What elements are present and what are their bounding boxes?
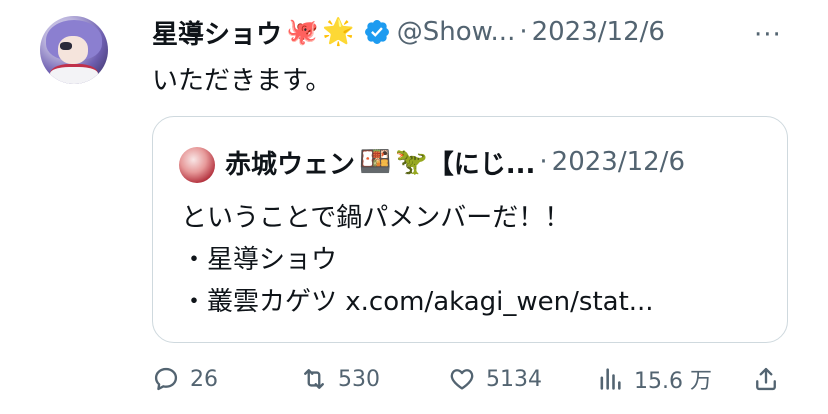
quoted-date: 2023/12/6 [551, 147, 685, 177]
reply-button[interactable]: 26 [152, 356, 218, 402]
quoted-tweet[interactable]: 赤城ウェン 🍱 🦖 【にじ... · 2023/12/6 ということで鍋パメンバ… [152, 116, 788, 343]
more-icon[interactable]: ··· [754, 20, 782, 50]
reply-icon [154, 367, 178, 391]
reply-count: 26 [190, 366, 218, 392]
author-handle[interactable]: @Show... [397, 17, 516, 47]
share-icon [756, 367, 776, 391]
like-icon [450, 369, 474, 390]
bento-emoji: 🍱 [359, 147, 392, 177]
share-button[interactable] [752, 356, 780, 402]
repost-icon [304, 369, 324, 389]
quoted-text: ということで鍋パメンバーだ！！ ・星導ショウ ・叢雲カゲツ x.com/akag… [181, 197, 654, 323]
views-count: 15.6 万 [634, 369, 712, 394]
verified-badge-icon [364, 20, 389, 44]
quoted-separator-dot: · [539, 147, 548, 177]
quoted-line: ・星導ショウ [181, 245, 338, 275]
repost-button[interactable]: 530 [300, 356, 380, 402]
dinosaur-emoji: 🦖 [395, 147, 428, 177]
quoted-author-name: 赤城ウェン [225, 149, 356, 180]
tweet-date[interactable]: 2023/12/6 [532, 17, 665, 47]
separator-dot: · [519, 17, 528, 47]
tweet-text: いただきます。 [152, 66, 332, 96]
views-button[interactable]: 15.6 万 [596, 356, 712, 402]
author-name[interactable]: 星導ショウ [152, 14, 282, 51]
views-icon [600, 368, 621, 390]
star-emoji: 🌟 [322, 17, 355, 47]
quoted-author-suffix: 【にじ... [427, 149, 536, 180]
quoted-header: 赤城ウェン 🍱 🦖 【にじ... · 2023/12/6 [225, 139, 685, 185]
quoted-line: ということで鍋パメンバーだ！！ [181, 203, 571, 233]
like-count: 5134 [486, 366, 542, 392]
repost-count: 530 [338, 366, 380, 392]
octopus-emoji: 🐙 [286, 17, 319, 47]
author-avatar[interactable] [40, 16, 108, 84]
quoted-line: ・叢雲カゲツ x.com/akagi_wen/stat... [181, 287, 654, 317]
tweet-header: 星導ショウ 🐙 🌟 @Show... · 2023/12/6 [152, 12, 665, 52]
quoted-author-avatar [179, 147, 215, 183]
like-button[interactable]: 5134 [448, 356, 542, 402]
action-bar: 26 530 5134 15.6 万 [0, 356, 828, 402]
